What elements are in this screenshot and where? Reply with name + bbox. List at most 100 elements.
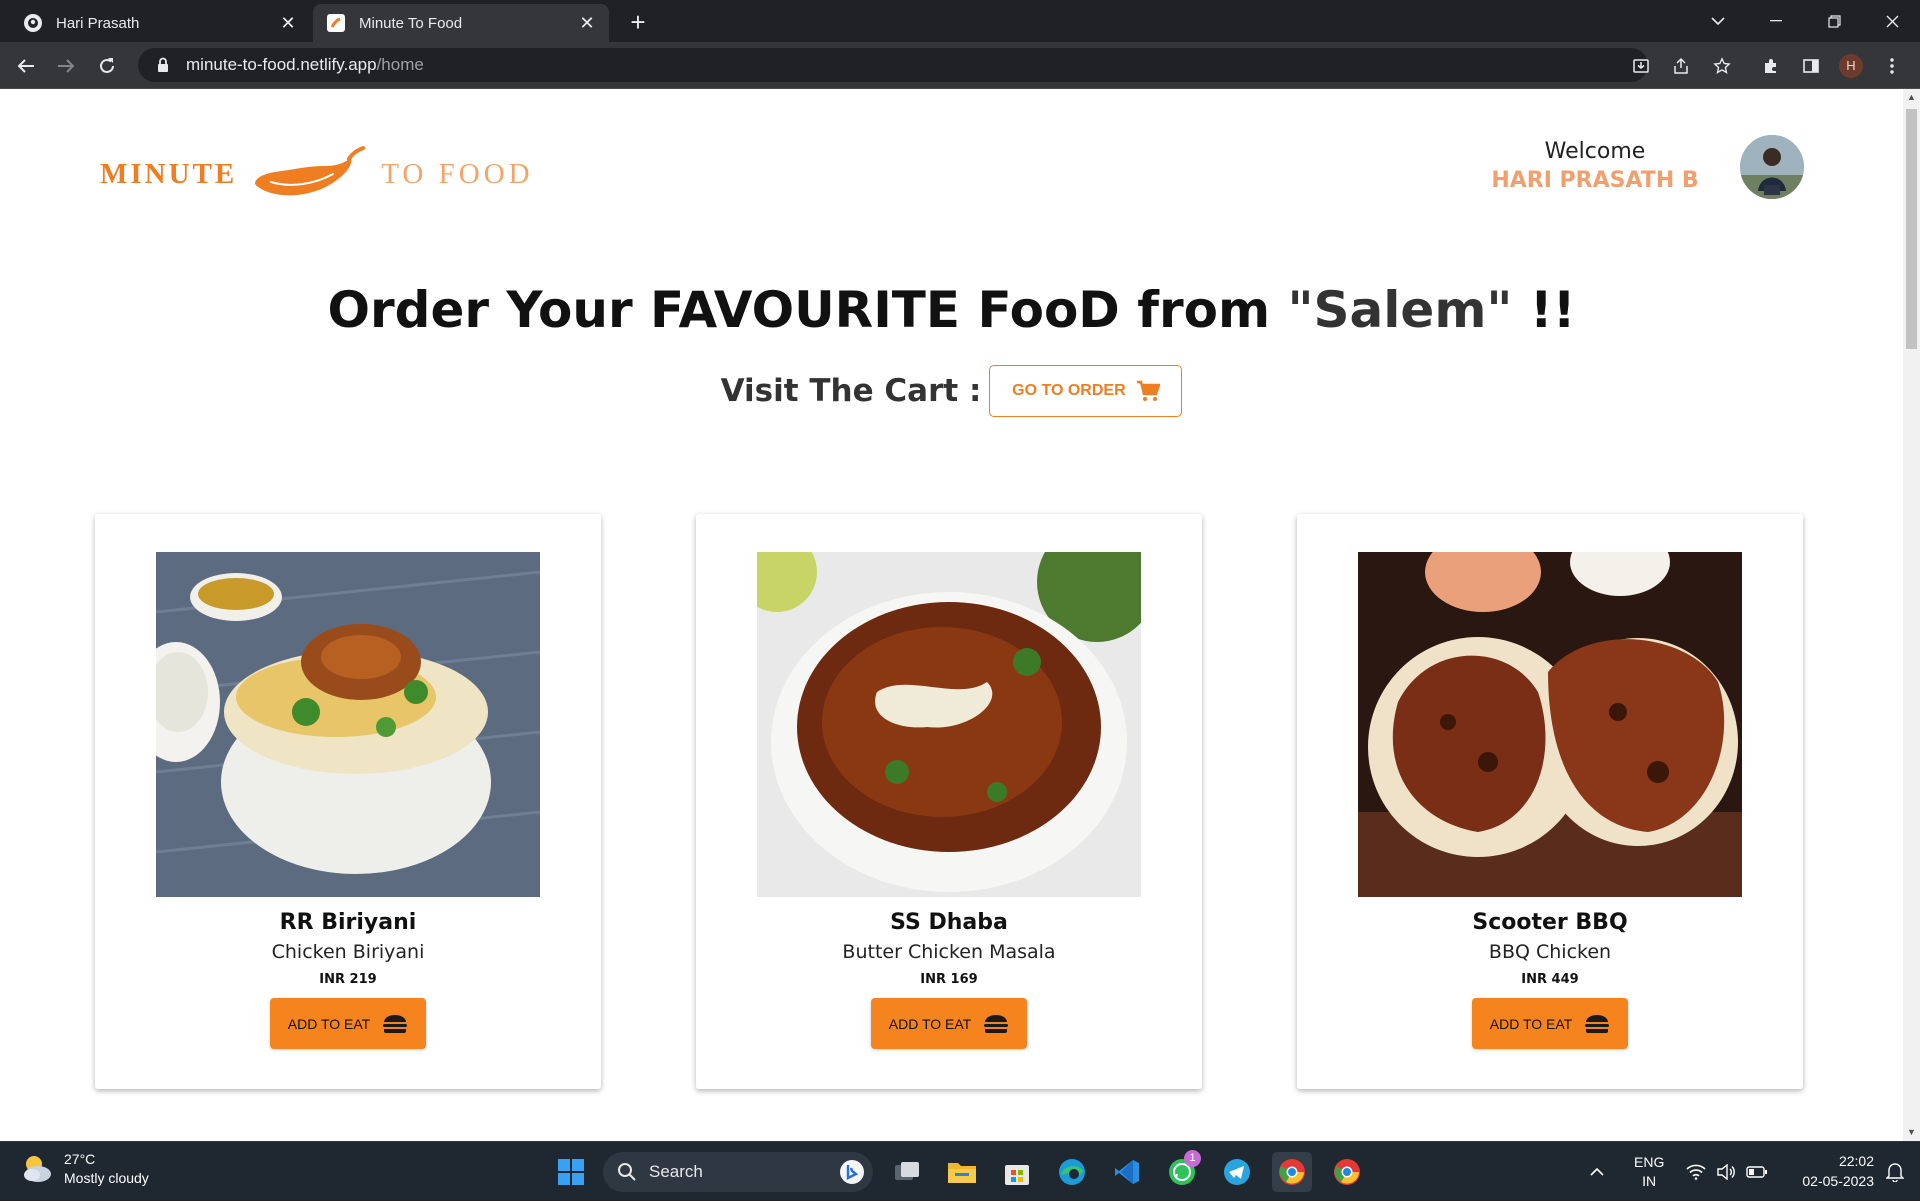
add-button-label: ADD TO EAT	[287, 1015, 371, 1032]
tab-strip: Hari Prasath ✕ Minute To Food ✕ +	[0, 0, 1920, 42]
bing-icon	[840, 1160, 864, 1184]
start-windows-icon[interactable]	[551, 1152, 591, 1192]
tab-hari-prasath[interactable]: Hari Prasath ✕	[10, 4, 310, 42]
add-to-eat-button[interactable]: ADD TO EAT	[270, 998, 426, 1049]
forward-icon[interactable]	[50, 50, 82, 82]
file-explorer-icon[interactable]	[942, 1152, 982, 1192]
page-viewport: MINUTE TO FOOD Welcome HARI PRASATH B Or…	[0, 89, 1920, 1141]
tab-close-icon[interactable]: ✕	[577, 13, 597, 33]
dish-name: Butter Chicken Masala	[842, 941, 1056, 963]
whatsapp-icon[interactable]: 1	[1162, 1150, 1202, 1192]
dish-name: Chicken Biriyani	[271, 941, 425, 963]
food-card: SS Dhaba Butter Chicken Masala INR 169 A…	[696, 514, 1202, 1089]
scroll-down-arrow-icon[interactable]: ▼	[1903, 1124, 1920, 1141]
whatsapp-notification-badge: 1	[1184, 1150, 1201, 1167]
add-button-label: ADD TO EAT	[888, 1015, 972, 1032]
bookmark-star-icon[interactable]	[1706, 50, 1738, 82]
taskbar-search[interactable]: Search	[603, 1152, 873, 1192]
share-icon[interactable]	[1665, 50, 1697, 82]
restaurant-name: Scooter BBQ	[1472, 910, 1628, 935]
language-indicator[interactable]: ENG IN	[1634, 1142, 1664, 1201]
page-headline: Order Your FAVOURITE FooD from "Salem" !…	[0, 281, 1903, 339]
tab-minute-to-food[interactable]: Minute To Food ✕	[313, 4, 609, 42]
add-to-eat-button[interactable]: ADD TO EAT	[871, 998, 1027, 1049]
wifi-icon[interactable]	[1686, 1142, 1706, 1201]
restaurant-name: RR Biriyani	[279, 910, 417, 935]
microsoft-store-icon[interactable]	[997, 1152, 1037, 1192]
chili-pepper-icon	[255, 146, 366, 196]
add-button-label: ADD TO EAT	[1489, 1015, 1573, 1032]
tab-search-chevron-icon[interactable]	[1690, 0, 1746, 42]
restore-icon[interactable]	[1806, 0, 1862, 42]
address-bar[interactable]: minute-to-food.netlify.app/home	[138, 48, 1648, 82]
vscode-icon[interactable]	[1107, 1152, 1147, 1192]
notifications-bell-icon[interactable]	[1886, 1142, 1904, 1201]
scroll-up-arrow-icon[interactable]: ▲	[1903, 89, 1920, 106]
page-scrollbar[interactable]: ▲ ▼	[1903, 89, 1920, 1141]
reload-icon[interactable]	[91, 50, 123, 82]
taskbar: 27°C Mostly cloudy Search 1 ENG IN 22:02…	[0, 1141, 1920, 1200]
headline-city: "Salem"	[1287, 281, 1513, 339]
shopping-cart-icon	[1136, 380, 1160, 401]
chrome-icon[interactable]	[1327, 1152, 1367, 1192]
clock-date: 02-05-2023	[1802, 1173, 1874, 1189]
toolbar: minute-to-food.netlify.app/home	[0, 42, 1920, 89]
github-favicon-icon	[24, 14, 42, 32]
food-card: Scooter BBQ BBQ Chicken INR 449 ADD TO E…	[1297, 514, 1803, 1089]
cloudy-moon-icon	[24, 1156, 51, 1182]
telegram-icon[interactable]	[1217, 1152, 1257, 1192]
profile-avatar[interactable]: H	[1839, 54, 1863, 78]
minimize-icon[interactable]	[1748, 0, 1804, 42]
search-placeholder: Search	[649, 1162, 703, 1181]
add-to-eat-button[interactable]: ADD TO EAT	[1472, 998, 1628, 1049]
go-to-order-button[interactable]: GO TO ORDER	[989, 365, 1183, 417]
site-logo[interactable]: MINUTE TO FOOD	[100, 139, 534, 209]
butter-chicken-image	[757, 552, 1141, 897]
tab-close-icon[interactable]: ✕	[278, 13, 298, 33]
edge-browser-icon[interactable]	[1052, 1152, 1092, 1192]
install-app-icon[interactable]	[1625, 50, 1657, 82]
burger-icon	[984, 1014, 1009, 1033]
close-window-icon[interactable]	[1864, 0, 1920, 42]
battery-icon[interactable]	[1746, 1142, 1768, 1201]
weather-temperature: 27°C	[64, 1151, 96, 1167]
dish-price: INR 219	[319, 972, 377, 987]
minute-to-food-favicon-icon	[327, 14, 345, 32]
restaurant-name: SS Dhaba	[890, 910, 1008, 935]
scrollbar-thumb[interactable]	[1906, 109, 1917, 349]
lock-icon[interactable]	[154, 56, 172, 74]
burger-icon	[383, 1014, 408, 1033]
side-panel-icon[interactable]	[1795, 50, 1827, 82]
chrome-active-icon[interactable]	[1272, 1152, 1312, 1192]
food-card: RR Biriyani Chicken Biriyani INR 219 ADD…	[95, 514, 601, 1089]
dish-price: INR 449	[1521, 972, 1579, 987]
tab-title: Hari Prasath	[56, 14, 140, 32]
chrome-menu-icon[interactable]	[1876, 50, 1908, 82]
system-clock[interactable]: 22:02 02-05-2023	[1774, 1151, 1874, 1191]
weather-widget[interactable]: 27°C Mostly cloudy	[20, 1150, 149, 1188]
dish-name: BBQ Chicken	[1488, 941, 1612, 963]
show-hidden-icons-chevron-icon[interactable]	[1590, 1142, 1604, 1201]
welcome-block: Welcome HARI PRASATH B	[1480, 139, 1710, 193]
headline-main: Order Your FAVOURITE FooD from	[327, 281, 1288, 339]
clock-time: 22:02	[1838, 1153, 1874, 1169]
order-button-label: GO TO ORDER	[1012, 382, 1126, 399]
user-avatar[interactable]	[1740, 135, 1804, 199]
logo-text-left: MINUTE	[100, 157, 238, 190]
url-path: /home	[376, 55, 424, 74]
new-tab-icon[interactable]: +	[622, 6, 654, 38]
logo-text-right: TO FOOD	[381, 157, 534, 190]
biriyani-image	[156, 552, 540, 897]
back-icon[interactable]	[10, 50, 42, 82]
cart-row: Visit The Cart : GO TO ORDER	[0, 365, 1903, 417]
tab-title: Minute To Food	[359, 14, 463, 32]
search-icon	[618, 1163, 636, 1181]
volume-icon[interactable]	[1716, 1142, 1736, 1201]
bbq-chicken-image	[1358, 552, 1742, 897]
welcome-label: Welcome	[1544, 139, 1646, 164]
weather-condition: Mostly cloudy	[64, 1170, 149, 1186]
language-code: ENG	[1634, 1153, 1665, 1170]
task-view-icon[interactable]	[887, 1152, 927, 1192]
user-name: HARI PRASATH B	[1491, 168, 1699, 193]
extensions-icon[interactable]	[1755, 50, 1787, 82]
